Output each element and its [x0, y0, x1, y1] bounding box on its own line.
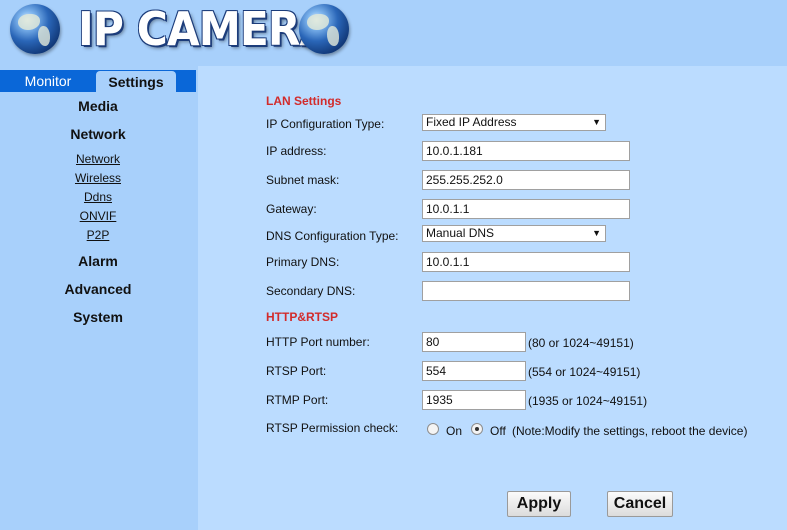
sidebar-item-alarm[interactable]: Alarm: [0, 253, 196, 269]
rtmp-port-input[interactable]: 1935: [422, 390, 526, 410]
sidebar-item-media[interactable]: Media: [0, 98, 196, 114]
sidebar-item-network[interactable]: Network: [0, 126, 196, 142]
lan-settings-title: LAN Settings: [266, 94, 342, 108]
tab-bar: Monitor Settings: [0, 70, 196, 92]
rtsp-permission-on-radio[interactable]: [427, 423, 439, 435]
ip-config-type-value: Fixed IP Address: [426, 115, 517, 129]
gateway-input[interactable]: 10.0.1.1: [422, 199, 630, 219]
app-title: IP CAMERA: [78, 2, 332, 56]
secondary-dns-input[interactable]: [422, 281, 630, 301]
app-header: IP CAMERA: [0, 0, 787, 66]
sidebar-link-ddns[interactable]: Ddns: [0, 190, 196, 204]
secondary-dns-label: Secondary DNS:: [266, 284, 356, 298]
ip-address-label: IP address:: [266, 144, 327, 158]
apply-button[interactable]: Apply: [507, 491, 571, 517]
subnet-mask-input[interactable]: 255.255.252.0: [422, 170, 630, 190]
cancel-button[interactable]: Cancel: [607, 491, 673, 517]
http-port-label: HTTP Port number:: [266, 335, 370, 349]
primary-dns-input[interactable]: 10.0.1.1: [422, 252, 630, 272]
dns-config-type-select[interactable]: Manual DNS ▼: [422, 225, 606, 242]
dropdown-arrow-icon: ▼: [592, 228, 601, 238]
dns-config-type-value: Manual DNS: [426, 226, 495, 240]
sidebar-link-onvif[interactable]: ONVIF: [0, 209, 196, 223]
ip-address-input[interactable]: 10.0.1.181: [422, 141, 630, 161]
gateway-label: Gateway:: [266, 202, 317, 216]
rtsp-port-input[interactable]: 554: [422, 361, 526, 381]
rtmp-port-hint: (1935 or 1024~49151): [528, 394, 648, 408]
http-port-input[interactable]: 80: [422, 332, 526, 352]
dns-config-type-label: DNS Configuration Type:: [266, 229, 399, 243]
http-rtsp-title: HTTP&RTSP: [266, 310, 338, 324]
globe-icon: [299, 4, 349, 54]
http-port-hint: (80 or 1024~49151): [528, 336, 634, 350]
rtsp-permission-label: RTSP Permission check:: [266, 421, 399, 435]
rtsp-permission-off-radio[interactable]: [471, 423, 483, 435]
reboot-note: (Note:Modify the settings, reboot the de…: [512, 424, 748, 438]
dropdown-arrow-icon: ▼: [592, 117, 601, 127]
tab-settings[interactable]: Settings: [96, 71, 176, 92]
sidebar-link-p2p[interactable]: P2P: [0, 228, 196, 242]
globe-icon: [10, 4, 60, 54]
rtsp-permission-on-label: On: [446, 424, 463, 438]
sidebar-item-system[interactable]: System: [0, 309, 196, 325]
sidebar-link-network[interactable]: Network: [0, 152, 196, 166]
rtmp-port-label: RTMP Port:: [266, 393, 329, 407]
sidebar-item-advanced[interactable]: Advanced: [0, 281, 196, 297]
primary-dns-label: Primary DNS:: [266, 255, 340, 269]
sidebar-link-wireless[interactable]: Wireless: [0, 171, 196, 185]
ip-config-type-select[interactable]: Fixed IP Address ▼: [422, 114, 606, 131]
ip-config-type-label: IP Configuration Type:: [266, 117, 385, 131]
rtsp-port-label: RTSP Port:: [266, 364, 327, 378]
tab-monitor[interactable]: Monitor: [0, 70, 96, 92]
rtsp-port-hint: (554 or 1024~49151): [528, 365, 641, 379]
network-settings-panel: LAN Settings IP Configuration Type: Fixe…: [198, 66, 787, 530]
subnet-mask-label: Subnet mask:: [266, 173, 340, 187]
sidebar: Media Network Network Wireless Ddns ONVI…: [0, 92, 196, 530]
rtsp-permission-off-label: Off: [490, 424, 506, 438]
